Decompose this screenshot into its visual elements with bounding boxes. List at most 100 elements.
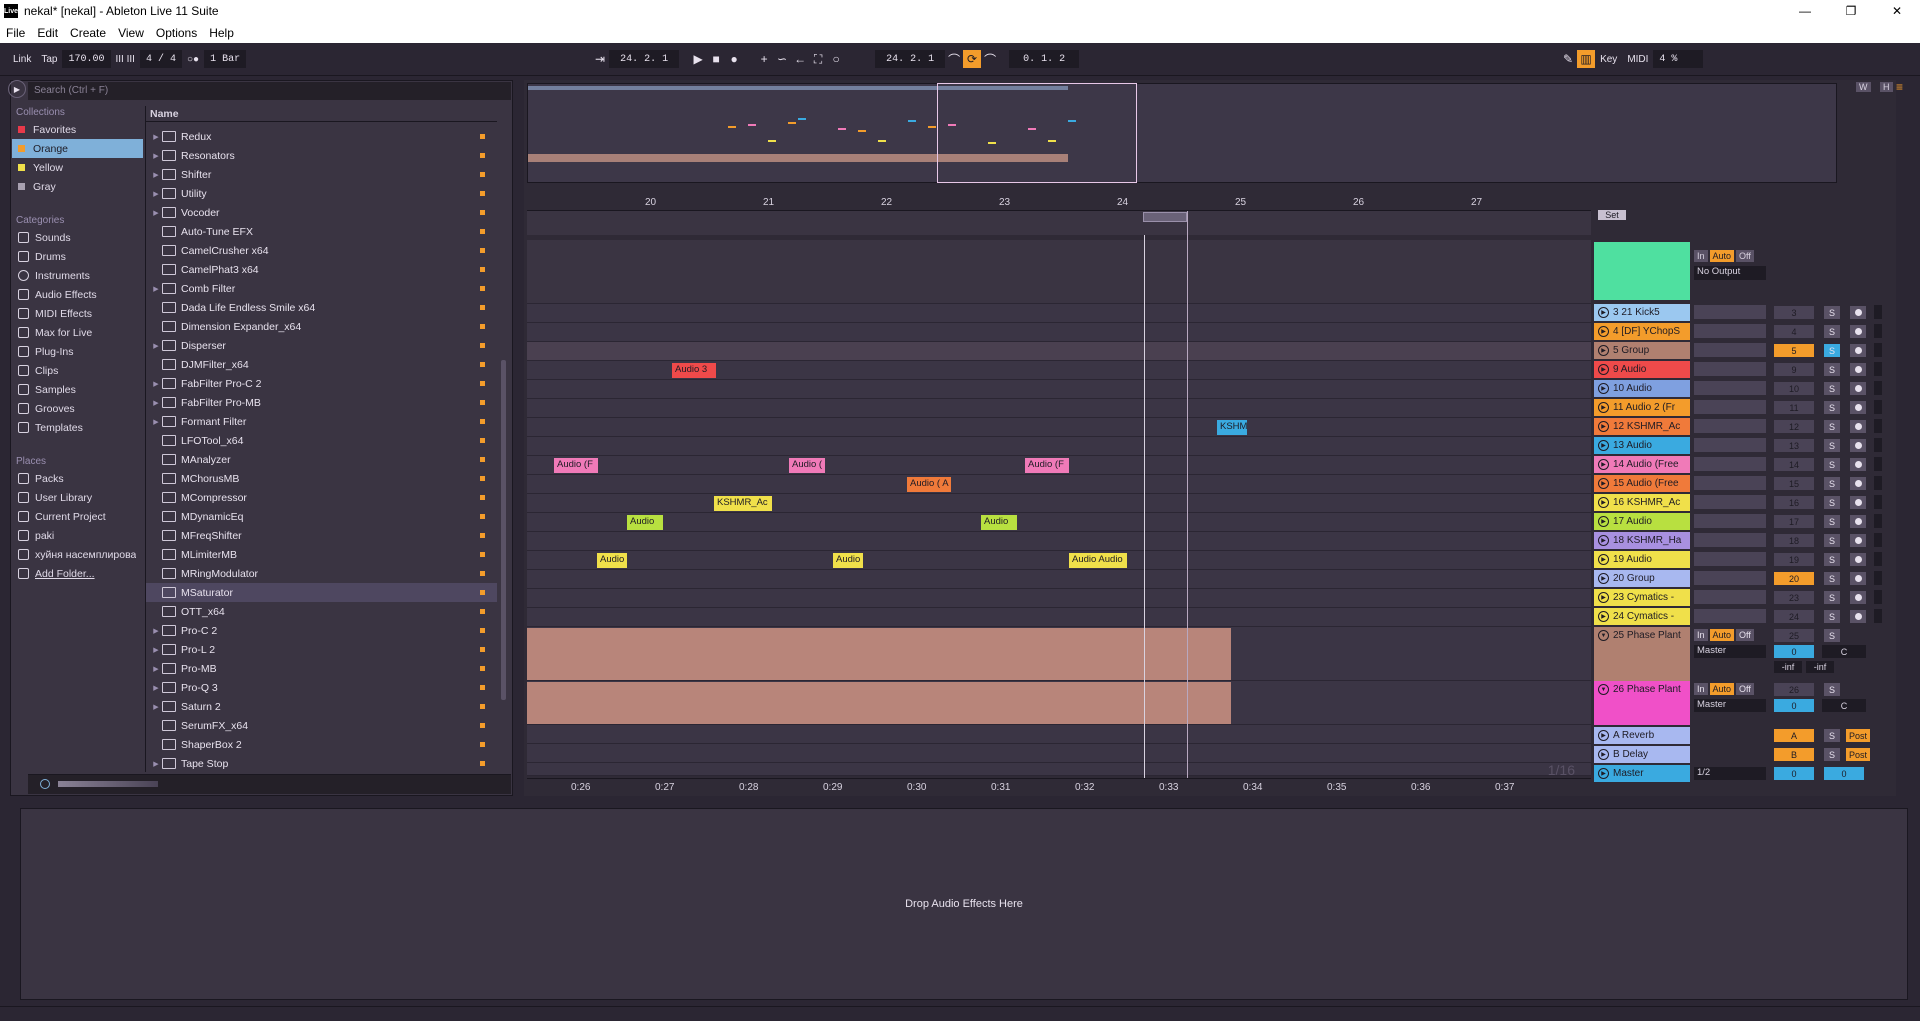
solo-button[interactable]: S (1824, 729, 1840, 742)
w-button[interactable]: W (1856, 82, 1871, 92)
track-number[interactable]: 11 (1774, 401, 1814, 414)
menu-options[interactable]: Options (156, 26, 197, 40)
pan-field[interactable]: C (1822, 645, 1866, 658)
solo-button[interactable]: S (1824, 553, 1840, 566)
solo-button[interactable]: S (1824, 629, 1840, 642)
track-header[interactable]: ▶ 24 Cymatics - (1594, 608, 1690, 625)
browser-item[interactable]: Dimension Expander_x64 (146, 317, 497, 336)
browser-item[interactable]: ▶ Vocoder (146, 203, 497, 222)
track-header[interactable]: ▼ 25 Phase Plant (1594, 627, 1690, 681)
track-number[interactable]: 14 (1774, 458, 1814, 471)
pan-field[interactable]: C (1822, 699, 1866, 712)
track-io[interactable] (1694, 609, 1766, 623)
arm-button[interactable] (1850, 458, 1866, 471)
browser-item[interactable]: ▶ Resonators (146, 146, 497, 165)
clip-audio3[interactable]: Audio 3 (672, 363, 716, 378)
top-in-button[interactable]: In (1694, 250, 1708, 262)
clip-phase-plant-26[interactable] (527, 682, 1231, 724)
browser-item[interactable]: SerumFX_x64 (146, 716, 497, 735)
top-auto-button[interactable]: Auto (1709, 250, 1735, 262)
solo-button[interactable]: S (1824, 401, 1840, 414)
arm-button[interactable] (1850, 363, 1866, 376)
track-fold-icon[interactable]: ▶ (1598, 440, 1609, 451)
track-fold-icon[interactable]: ▶ (1598, 497, 1609, 508)
browser-item[interactable]: ▶ Pro-L 2 (146, 640, 497, 659)
solo-button[interactable]: S (1824, 591, 1840, 604)
collection-orange[interactable]: Orange (12, 139, 143, 158)
category-instruments[interactable]: Instruments (12, 266, 143, 285)
browser-item[interactable]: MCompressor (146, 488, 497, 507)
arrangement-overview[interactable] (527, 83, 1837, 183)
arm-button[interactable] (1850, 591, 1866, 604)
browser-item[interactable]: ▶ FabFilter Pro-MB (146, 393, 497, 412)
play-button[interactable]: ▶ (689, 50, 707, 68)
browser-item[interactable]: MAnalyzer (146, 450, 497, 469)
place-current-project[interactable]: Current Project (12, 507, 143, 526)
overview-selection[interactable] (937, 83, 1137, 183)
track-io[interactable] (1694, 571, 1766, 585)
track-io[interactable] (1694, 381, 1766, 395)
track-fold-icon[interactable]: ▶ (1598, 307, 1609, 318)
clip-audio-f2[interactable]: Audio ( (789, 458, 825, 473)
add-folder-link[interactable]: Add Folder... (12, 564, 143, 583)
expand-icon[interactable]: ▶ (150, 190, 162, 198)
clip-audio-y2[interactable]: Audio (833, 553, 863, 568)
expand-icon[interactable]: ▶ (150, 342, 162, 350)
track-number[interactable]: 19 (1774, 553, 1814, 566)
solo-button[interactable]: S (1824, 382, 1840, 395)
arm-button[interactable] (1850, 572, 1866, 585)
volume-field[interactable]: 0 (1774, 645, 1814, 658)
loop-brace[interactable] (1143, 212, 1187, 222)
expand-icon[interactable]: ▶ (150, 171, 162, 179)
track-io[interactable] (1694, 343, 1766, 357)
expand-icon[interactable]: ▶ (150, 285, 162, 293)
track-number[interactable]: 3 (1774, 306, 1814, 319)
overdub-icon[interactable]: + (755, 50, 773, 68)
track-fold-icon[interactable]: ▶ (1598, 535, 1609, 546)
track-header[interactable]: ▶ 13 Audio (1594, 437, 1690, 454)
off-button[interactable]: Off (1736, 629, 1754, 641)
track-number[interactable]: 18 (1774, 534, 1814, 547)
track-header[interactable]: ▶ 17 Audio (1594, 513, 1690, 530)
track-number[interactable]: 25 (1774, 629, 1814, 642)
browser-item[interactable]: MSaturator (146, 583, 497, 602)
arm-button[interactable] (1850, 420, 1866, 433)
track-header[interactable]: ▶ 23 Cymatics - (1594, 589, 1690, 606)
browser-item[interactable]: LFOTool_x64 (146, 431, 497, 450)
track-fold-icon[interactable]: ▶ (1598, 730, 1609, 741)
browser-item[interactable]: ▶ Pro-C 2 (146, 621, 497, 640)
expand-icon[interactable]: ▶ (150, 133, 162, 141)
master-track-header[interactable]: ▶ Master (1594, 765, 1690, 782)
solo-button[interactable]: S (1824, 496, 1840, 509)
set-locator-button[interactable]: Set (1598, 210, 1626, 220)
loop-start-field[interactable]: 24. 2. 1 (875, 50, 946, 68)
beat-time-ruler[interactable]: 20 21 22 23 24 25 26 27 (527, 193, 1591, 211)
track-io[interactable] (1694, 514, 1766, 528)
top-output-select[interactable]: No Output (1694, 266, 1766, 280)
track-number[interactable]: 17 (1774, 515, 1814, 528)
browser-item[interactable]: ▶ Tape Stop (146, 754, 497, 772)
auto-button[interactable]: Auto (1709, 683, 1735, 695)
expand-icon[interactable]: ▶ (150, 627, 162, 635)
clip-audio-y1[interactable]: Audio (597, 553, 627, 568)
browser-item[interactable]: CamelPhat3 x64 (146, 260, 497, 279)
arm-button[interactable] (1850, 496, 1866, 509)
solo-button[interactable]: S (1824, 363, 1840, 376)
browser-item[interactable]: ▶ Pro-Q 3 (146, 678, 497, 697)
track-header[interactable]: ▶ 4 [DF] YChopS (1594, 323, 1690, 340)
punch-in-icon[interactable]: ⌒ (945, 50, 963, 68)
time-signature-field[interactable]: 4 / 4 (139, 50, 182, 68)
browser-item[interactable]: ▶ Comb Filter (146, 279, 497, 298)
post-button[interactable]: Post (1846, 729, 1870, 742)
track-fold-icon[interactable]: ▶ (1598, 421, 1609, 432)
clip-audio-green2[interactable]: Audio (981, 515, 1017, 530)
follow-icon[interactable]: ⇥ (591, 50, 609, 68)
track-fold-icon[interactable]: ▶ (1598, 478, 1609, 489)
track-header[interactable]: ▶ 11 Audio 2 (Fr (1594, 399, 1690, 416)
track-header[interactable]: ▶ 10 Audio (1594, 380, 1690, 397)
solo-button[interactable]: S (1824, 344, 1840, 357)
track-io[interactable] (1694, 552, 1766, 566)
browser-toggle-icon[interactable]: ▶ (8, 80, 26, 98)
place-paki[interactable]: paki (12, 526, 143, 545)
output-select[interactable]: Master (1694, 645, 1766, 658)
